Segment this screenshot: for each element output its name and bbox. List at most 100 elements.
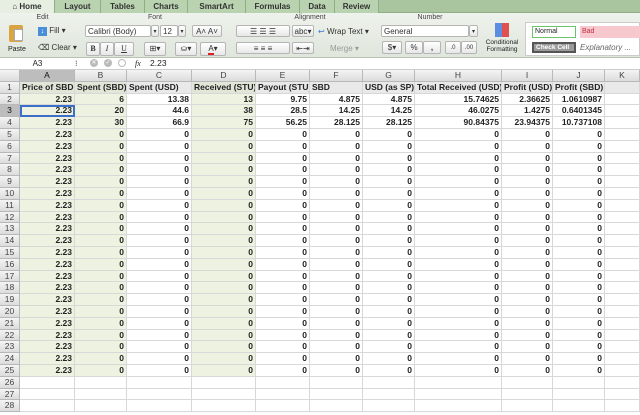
cell-b22[interactable]: 0 <box>75 329 127 342</box>
column-header-g[interactable]: G <box>363 70 415 82</box>
cell-h15[interactable]: 0 <box>415 246 502 259</box>
cell-d17[interactable]: 0 <box>192 270 256 283</box>
cell-j3[interactable]: 0.6401345 <box>553 105 605 118</box>
cell-g23[interactable]: 0 <box>363 341 415 354</box>
cell-h9[interactable]: 0 <box>415 176 502 188</box>
cell-j13[interactable]: 0 <box>553 223 605 236</box>
cell-k6[interactable] <box>605 140 640 153</box>
cell-i24[interactable]: 0 <box>502 353 553 365</box>
cell-f22[interactable]: 0 <box>310 329 363 342</box>
cell-b25[interactable]: 0 <box>75 364 127 377</box>
fx-icon[interactable]: fx <box>135 58 141 69</box>
cell-e21[interactable]: 0 <box>256 317 310 330</box>
cell-g22[interactable]: 0 <box>363 329 415 342</box>
cell-k4[interactable] <box>605 117 640 129</box>
cell-h28[interactable] <box>415 400 502 413</box>
cell-b3[interactable]: 20 <box>75 105 127 118</box>
cell-h14[interactable]: 0 <box>415 235 502 247</box>
cell-h3[interactable]: 46.0275 <box>415 105 502 118</box>
row-header[interactable]: 5 <box>0 128 20 141</box>
cell-k28[interactable] <box>605 400 640 413</box>
cell-a18[interactable]: 2.23 <box>20 282 75 295</box>
cell-d20[interactable]: 0 <box>192 305 256 318</box>
paste-button[interactable]: Paste <box>5 23 31 55</box>
cell-f10[interactable]: 0 <box>310 187 363 200</box>
column-header-a[interactable]: A <box>20 70 75 82</box>
cell-c4[interactable]: 66.9 <box>127 117 192 129</box>
cell-e10[interactable]: 0 <box>256 187 310 200</box>
number-format-dropdown[interactable]: ▾ <box>469 25 478 37</box>
name-box-stepper[interactable]: ⁝ <box>75 58 83 69</box>
cell-e7[interactable]: 0 <box>256 152 310 165</box>
cell-j11[interactable]: 0 <box>553 199 605 212</box>
number-format-select[interactable]: General <box>381 25 469 37</box>
cell-b9[interactable]: 0 <box>75 176 127 188</box>
cell-a22[interactable]: 2.23 <box>20 329 75 342</box>
cell-k9[interactable] <box>605 176 640 188</box>
cell-h5[interactable]: 0 <box>415 128 502 141</box>
cell-d18[interactable]: 0 <box>192 282 256 295</box>
cell-d26[interactable] <box>192 376 256 389</box>
style-normal[interactable]: Normal <box>532 26 576 38</box>
cell-a11[interactable]: 2.23 <box>20 199 75 212</box>
cell-i26[interactable] <box>502 376 553 389</box>
cell-e26[interactable] <box>256 376 310 389</box>
cell-h21[interactable]: 0 <box>415 317 502 330</box>
column-title-cell[interactable]: Total Received (USD) <box>415 81 502 94</box>
cell-c8[interactable]: 0 <box>127 164 192 177</box>
cell-g4[interactable]: 28.125 <box>363 117 415 129</box>
cell-j7[interactable]: 0 <box>553 152 605 165</box>
cell-h19[interactable]: 0 <box>415 294 502 306</box>
cell-g16[interactable]: 0 <box>363 258 415 271</box>
cell-j18[interactable]: 0 <box>553 282 605 295</box>
cell-k16[interactable] <box>605 258 640 271</box>
cell-b10[interactable]: 0 <box>75 187 127 200</box>
cell-h6[interactable]: 0 <box>415 140 502 153</box>
font-size-dropdown[interactable]: ▾ <box>178 25 186 37</box>
row-header[interactable]: 23 <box>0 341 20 354</box>
orientation-button[interactable]: abc▾ <box>292 25 314 37</box>
cell-j21[interactable]: 0 <box>553 317 605 330</box>
cell-k12[interactable] <box>605 211 640 224</box>
cell-e13[interactable]: 0 <box>256 223 310 236</box>
cell-e4[interactable]: 56.25 <box>256 117 310 129</box>
cell-f23[interactable]: 0 <box>310 341 363 354</box>
cell-j19[interactable]: 0 <box>553 294 605 306</box>
cell-g27[interactable] <box>363 388 415 401</box>
cell-j23[interactable]: 0 <box>553 341 605 354</box>
row-header[interactable]: 6 <box>0 140 20 153</box>
cell-i8[interactable]: 0 <box>502 164 553 177</box>
cell-f17[interactable]: 0 <box>310 270 363 283</box>
tab-smartart[interactable]: SmartArt <box>188 0 246 13</box>
tab-home[interactable]: ⌂ Home <box>0 0 55 13</box>
cell-f15[interactable]: 0 <box>310 246 363 259</box>
cell-f4[interactable]: 28.125 <box>310 117 363 129</box>
cell-b6[interactable]: 0 <box>75 140 127 153</box>
cell-k27[interactable] <box>605 388 640 401</box>
cell-b27[interactable] <box>75 388 127 401</box>
vertical-align-buttons[interactable]: ☰ ☰ ☰ <box>236 25 290 37</box>
cell-d9[interactable]: 0 <box>192 176 256 188</box>
cell-c11[interactable]: 0 <box>127 199 192 212</box>
row-header[interactable]: 28 <box>0 400 20 413</box>
cell-j9[interactable]: 0 <box>553 176 605 188</box>
cell-a8[interactable]: 2.23 <box>20 164 75 177</box>
cell-c14[interactable]: 0 <box>127 235 192 247</box>
cell-d14[interactable]: 0 <box>192 235 256 247</box>
cell-e19[interactable]: 0 <box>256 294 310 306</box>
cell-i11[interactable]: 0 <box>502 199 553 212</box>
cell-k26[interactable] <box>605 376 640 389</box>
cell-j25[interactable]: 0 <box>553 364 605 377</box>
cell-g10[interactable]: 0 <box>363 187 415 200</box>
percent-button[interactable]: % <box>405 41 423 54</box>
cell-i6[interactable]: 0 <box>502 140 553 153</box>
row-header[interactable]: 21 <box>0 317 20 330</box>
row-header[interactable]: 20 <box>0 305 20 318</box>
column-title-cell[interactable]: Spent (USD) <box>127 81 192 94</box>
cell-a15[interactable]: 2.23 <box>20 246 75 259</box>
cell-d8[interactable]: 0 <box>192 164 256 177</box>
cell-f28[interactable] <box>310 400 363 413</box>
column-header-j[interactable]: J <box>553 70 605 82</box>
cell-e20[interactable]: 0 <box>256 305 310 318</box>
cell-k13[interactable] <box>605 223 640 236</box>
